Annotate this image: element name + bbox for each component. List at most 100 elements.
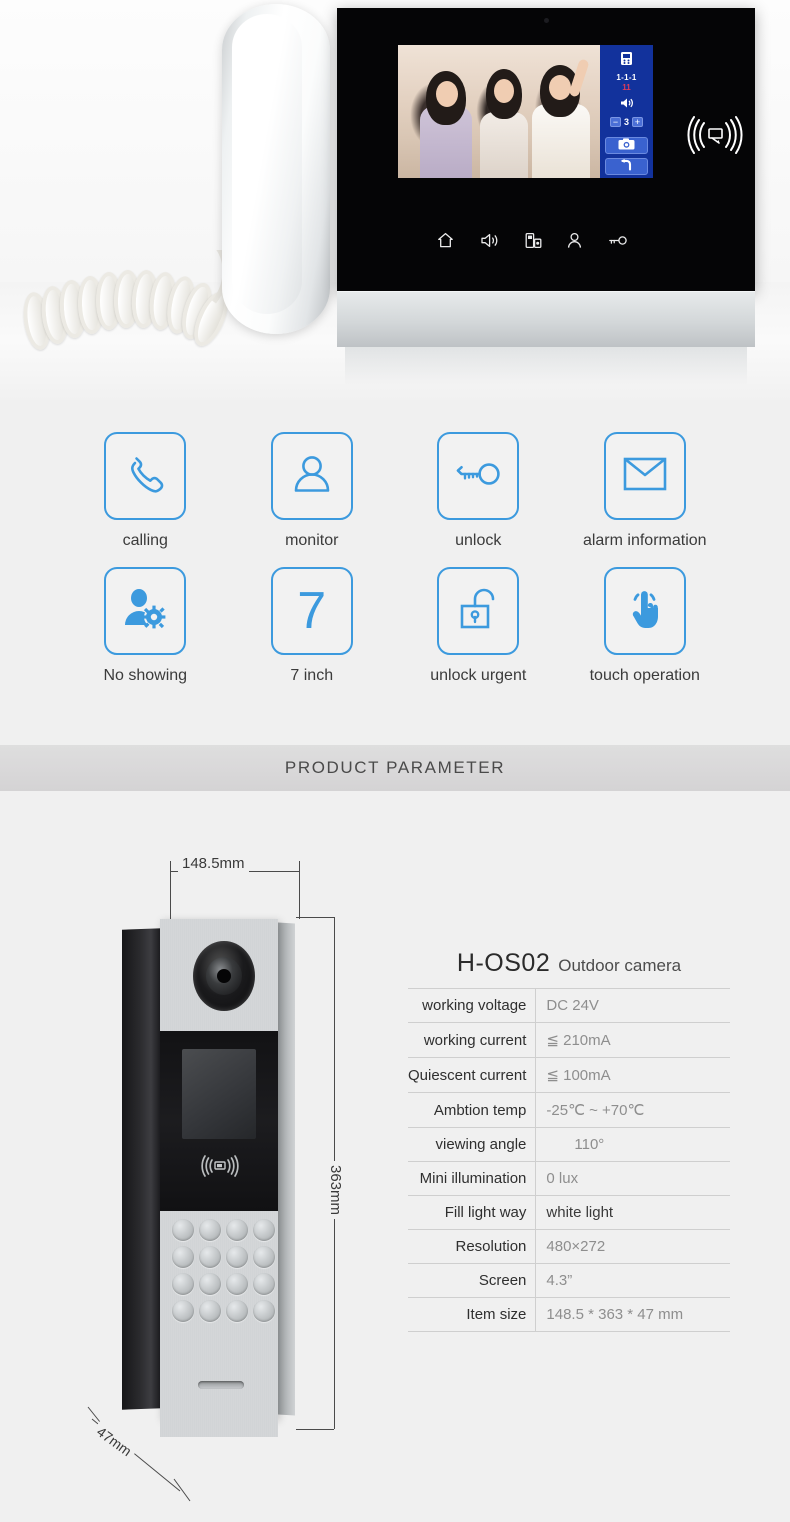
table-row: Resolution 480×272 — [408, 1229, 730, 1264]
monitor-touch-bar[interactable] — [437, 230, 627, 256]
depth-dimension-lines — [87, 1406, 191, 1502]
spec-value: 4.3” — [546, 1272, 573, 1289]
speaker-icon — [620, 96, 634, 114]
number-seven: 7 — [297, 582, 327, 640]
keypad-key[interactable] — [199, 1300, 221, 1322]
keypad-key[interactable] — [226, 1219, 248, 1241]
keypad-key[interactable] — [226, 1300, 248, 1322]
osd-address: 1-1-1 — [616, 73, 637, 82]
station-right-edge — [278, 922, 295, 1416]
camera-lens-icon — [193, 941, 255, 1011]
station-lcd-screen — [182, 1049, 256, 1139]
section-banner: PRODUCT PARAMETER — [0, 745, 790, 791]
spec-value: -25℃ ~ +70℃ — [546, 1102, 645, 1119]
keypad-key[interactable] — [199, 1273, 221, 1295]
feature-no-showing[interactable]: No showing — [62, 567, 229, 685]
key-icon — [454, 455, 502, 498]
keypad-key[interactable] — [172, 1219, 194, 1241]
screen-osd-panel: 1-1-1 11 − 3 + — [600, 45, 653, 178]
spec-key: Quiescent current — [408, 1057, 537, 1093]
keypad-key[interactable] — [253, 1273, 275, 1295]
keypad-key[interactable] — [253, 1219, 275, 1241]
monitor-screen: 1-1-1 11 − 3 + — [398, 45, 653, 178]
spec-key: Screen — [408, 1263, 537, 1298]
back-button[interactable] — [605, 158, 648, 175]
keypad-key[interactable] — [226, 1273, 248, 1295]
feature-label: 7 inch — [290, 667, 334, 684]
feature-alarm-information[interactable]: alarm information — [562, 432, 729, 550]
spec-value: 148.5 * 363 * 47 mm — [546, 1306, 684, 1323]
spec-key: Item size — [408, 1297, 537, 1332]
spec-key: Mini illumination — [408, 1161, 537, 1196]
volume-value: 3 — [623, 117, 629, 127]
feature-unlock[interactable]: unlock — [395, 432, 562, 550]
product-parameter-section: 148.5mm 363mm 47mm H-OS02 Outdoor camera — [0, 791, 790, 1522]
product-subtitle: Outdoor camera — [558, 956, 682, 975]
contact-icon[interactable] — [567, 232, 582, 254]
spec-key: working current — [408, 1022, 537, 1058]
height-dimension-tick-top — [296, 917, 334, 918]
volume-icon[interactable] — [480, 232, 499, 254]
feature-7-inch[interactable]: 7 7 inch — [229, 567, 396, 685]
keypad-key[interactable] — [199, 1219, 221, 1241]
station-front-panel — [160, 919, 278, 1437]
keypad-key[interactable] — [172, 1246, 194, 1268]
feature-label: monitor — [285, 532, 339, 549]
keypad-key[interactable] — [172, 1273, 194, 1295]
keypad-key[interactable] — [199, 1246, 221, 1268]
feature-icon-box — [270, 432, 353, 520]
specification-table: working voltage DC 24V working current ≦… — [408, 988, 730, 1332]
feature-calling[interactable]: calling — [62, 432, 229, 550]
spec-key: viewing angle — [408, 1127, 537, 1162]
spec-value: DC 24V — [546, 997, 599, 1014]
feature-icon-box — [603, 432, 686, 520]
table-row: Ambtion temp -25℃ ~ +70℃ — [408, 1092, 730, 1128]
keypad-key[interactable] — [226, 1246, 248, 1268]
table-row: Screen 4.3” — [408, 1263, 730, 1298]
height-dimension-tick-bottom — [296, 1429, 334, 1430]
feature-icon-box — [603, 567, 686, 655]
spec-value: 110° — [574, 1136, 605, 1153]
spec-key: Fill light way — [408, 1195, 537, 1230]
back-arrow-icon — [619, 158, 634, 176]
home-icon[interactable] — [437, 232, 454, 254]
monitor-icon[interactable] — [525, 232, 542, 254]
feature-label: unlock — [455, 532, 502, 549]
station-lens-plate — [160, 919, 278, 1031]
key-icon[interactable] — [608, 234, 627, 252]
monitor-camera-dot — [544, 18, 549, 23]
handset-highlight — [232, 14, 302, 314]
feature-icon-grid: calling monitor unlock alarm information… — [0, 400, 790, 745]
feature-row-1: calling monitor unlock alarm information — [0, 400, 790, 550]
spec-value: ≦ 210mA — [546, 1032, 611, 1049]
feature-unlock-urgent[interactable]: unlock urgent — [395, 567, 562, 685]
width-dimension-tick-right — [299, 861, 300, 919]
monitor-base-panel — [337, 291, 755, 347]
station-keypad[interactable] — [160, 1211, 278, 1361]
feature-label: unlock urgent — [430, 667, 527, 684]
keypad-key[interactable] — [172, 1300, 194, 1322]
person-gear-icon — [121, 587, 169, 636]
spec-key: working voltage — [408, 988, 537, 1023]
osd-call-number: 11 — [622, 83, 631, 92]
specification-heading: H-OS02 Outdoor camera — [408, 949, 730, 988]
spec-key: Ambtion temp — [408, 1092, 537, 1128]
feature-icon-box — [104, 432, 187, 520]
keypad-key[interactable] — [253, 1300, 275, 1322]
keypad-key[interactable] — [253, 1246, 275, 1268]
handset — [222, 4, 330, 334]
rfid-reader-icon — [682, 111, 748, 159]
osd-volume-stepper[interactable]: − 3 + — [609, 117, 643, 127]
station-display-module — [160, 1031, 278, 1211]
spec-value: 0 lux — [546, 1170, 579, 1187]
spec-value: white light — [546, 1204, 614, 1221]
table-row: working voltage DC 24V — [408, 988, 730, 1023]
snapshot-button[interactable] — [605, 137, 648, 154]
feature-monitor[interactable]: monitor — [229, 432, 396, 550]
volume-plus-button[interactable]: + — [632, 117, 643, 127]
volume-minus-button[interactable]: − — [609, 117, 621, 127]
indoor-monitor: 1-1-1 11 − 3 + — [337, 8, 755, 291]
screen-video-feed — [398, 45, 600, 178]
open-padlock-icon — [456, 586, 500, 637]
feature-touch-operation[interactable]: touch operation — [562, 567, 729, 685]
